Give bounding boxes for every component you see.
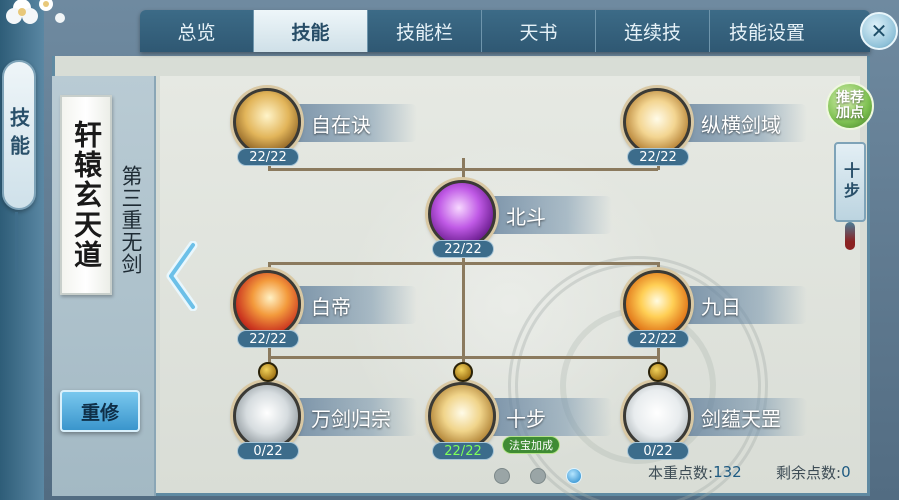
skill-plan-tab[interactable]: 十步 (834, 142, 866, 222)
skill-level: 22/22 (432, 442, 494, 460)
realm-title: 第三重无剑 (119, 165, 143, 275)
skill-node[interactable]: 九日 22/22 (623, 270, 813, 350)
lock-icon (648, 362, 668, 382)
school-name-scroll: 轩辕玄天道 (60, 95, 112, 295)
skill-name: 十步 (506, 406, 546, 431)
connector-line (268, 262, 658, 265)
skill-name: 万剑归宗 (311, 406, 391, 431)
tab-skill-bar[interactable]: 技能栏 (368, 10, 482, 52)
skill-level: 22/22 (237, 330, 299, 348)
tab-skill-settings[interactable]: 技能设置 (710, 10, 824, 52)
tab-tianshu[interactable]: 天书 (482, 10, 596, 52)
skill-name: 北斗 (506, 204, 546, 229)
golden-sword-icon (428, 382, 496, 450)
page-dot[interactable] (494, 468, 510, 484)
lock-icon (453, 362, 473, 382)
skill-name: 九日 (701, 294, 741, 319)
skill-level: 0/22 (237, 442, 299, 460)
remaining-points-label: 剩余点数: (776, 463, 842, 482)
skill-level: 22/22 (627, 330, 689, 348)
skill-level: 0/22 (627, 442, 689, 460)
school-name: 轩辕玄天道 (70, 120, 103, 270)
used-points: 本重点数: 132 (648, 460, 742, 484)
skill-node[interactable]: 纵横剑域 22/22 (623, 88, 813, 168)
close-icon: ✕ (870, 19, 888, 43)
golden-figure-icon (233, 88, 301, 156)
page-dot[interactable] (530, 468, 546, 484)
skill-name: 剑蕴天罡 (701, 406, 781, 431)
skill-name: 白帝 (311, 294, 351, 319)
tab-overview[interactable]: 总览 (140, 10, 254, 52)
top-tab-bar: 总览 技能 技能栏 天书 连续技 技能设置 (140, 10, 870, 52)
golden-sun-icon (623, 270, 691, 338)
used-points-value: 132 (713, 463, 742, 481)
connector-line (462, 250, 465, 362)
skill-node[interactable]: 自在诀 22/22 (233, 88, 423, 168)
skill-level: 22/22 (432, 240, 494, 258)
plum-blossom-icon (6, 0, 65, 24)
skill-name: 自在诀 (311, 112, 371, 137)
side-tassel (15, 212, 18, 272)
side-tab-skills[interactable]: 技能 (2, 60, 36, 210)
remaining-points: 剩余点数: 0 (776, 460, 851, 484)
red-slash-icon (233, 270, 301, 338)
remaining-points-value: 0 (841, 463, 851, 481)
treasure-bonus-badge: 法宝加成 (502, 436, 560, 454)
purple-crystal-icon (428, 180, 496, 248)
skill-name: 纵横剑域 (701, 112, 781, 137)
lock-icon (258, 362, 278, 382)
used-points-label: 本重点数: (648, 463, 714, 482)
previous-realm-button[interactable] (162, 238, 202, 314)
connector-line (268, 356, 658, 359)
tab-combo[interactable]: 连续技 (596, 10, 710, 52)
skill-level: 22/22 (627, 148, 689, 166)
tab-skills[interactable]: 技能 (254, 10, 368, 52)
sword-burst-icon (623, 88, 691, 156)
tassel-knot (845, 222, 855, 250)
close-button[interactable]: ✕ (860, 12, 898, 50)
white-orb-icon (623, 382, 691, 450)
chevron-left-icon (166, 241, 198, 311)
reset-skills-button[interactable]: 重修 (60, 390, 140, 432)
skill-node[interactable]: 万剑归宗 0/22 (233, 382, 423, 462)
page-dot-active[interactable] (566, 468, 582, 484)
skill-level: 22/22 (237, 148, 299, 166)
skill-node[interactable]: 北斗 22/22 (428, 180, 618, 260)
side-tab-label: 技能 (6, 107, 31, 163)
skill-node[interactable]: 白帝 22/22 (233, 270, 423, 350)
silver-swords-icon (233, 382, 301, 450)
skill-plan-label: 十步 (841, 162, 860, 202)
skill-node[interactable]: 剑蕴天罡 0/22 (623, 382, 813, 462)
recommend-points-button[interactable]: 推荐加点 (826, 82, 874, 130)
